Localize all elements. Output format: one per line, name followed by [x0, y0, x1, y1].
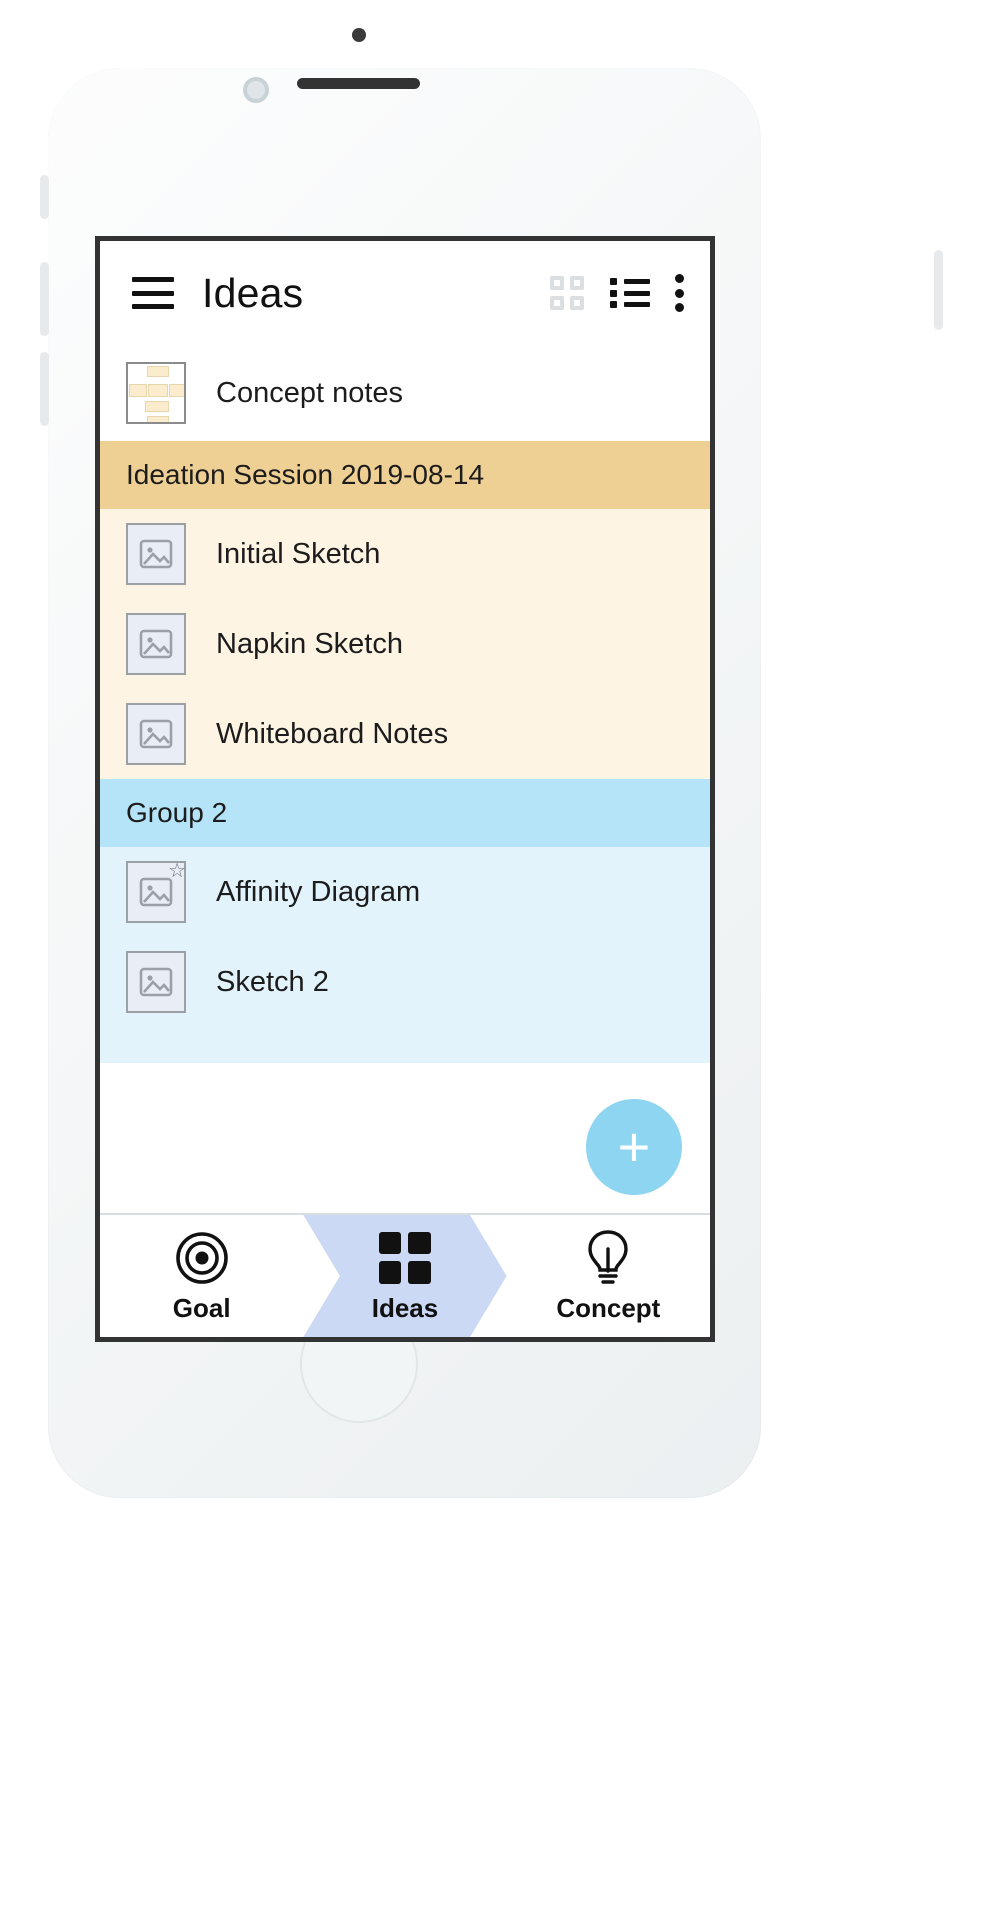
list-item[interactable]: ☆ Affinity Diagram	[100, 847, 710, 937]
list-item-label: Sketch 2	[216, 965, 329, 998]
appbar-actions	[550, 274, 686, 312]
mindmap-thumbnail	[126, 362, 186, 424]
group-header-label: Group 2	[126, 797, 228, 828]
front-camera	[243, 77, 269, 103]
group-header-label: Ideation Session 2019-08-14	[126, 459, 485, 490]
lightbulb-icon	[583, 1229, 633, 1287]
image-placeholder-icon	[126, 523, 186, 585]
proximity-sensor	[352, 28, 366, 42]
image-placeholder-icon	[126, 613, 186, 675]
nav-item-ideas[interactable]: Ideas	[303, 1215, 507, 1337]
image-placeholder-icon: ☆	[126, 861, 186, 923]
grid-view-icon[interactable]	[550, 276, 584, 310]
nav-label-goal: Goal	[172, 1292, 231, 1323]
earpiece-speaker	[297, 78, 420, 89]
list-item-label: Initial Sketch	[216, 537, 381, 570]
bottom-navigation: Goal Ideas Concept	[100, 1213, 710, 1337]
group-header[interactable]: Ideation Session 2019-08-14	[100, 441, 710, 509]
nav-label-ideas: Ideas	[371, 1292, 439, 1323]
nav-item-goal[interactable]: Goal	[100, 1215, 303, 1337]
volume-down-button[interactable]	[40, 352, 49, 426]
add-button[interactable]: +	[586, 1099, 682, 1195]
volume-up-button[interactable]	[40, 262, 49, 336]
list-item[interactable]: Concept notes	[100, 345, 710, 441]
page-title: Ideas	[202, 269, 304, 316]
phone-screen: Ideas Concept notes Ideation Session 201…	[95, 236, 715, 1342]
screenshot-root: Ideas Concept notes Ideation Session 201…	[0, 0, 983, 1905]
power-button[interactable]	[934, 250, 943, 330]
nav-label-concept: Concept	[556, 1292, 661, 1323]
image-placeholder-icon	[126, 703, 186, 765]
more-vertical-icon[interactable]	[674, 274, 686, 312]
list-item[interactable]: Initial Sketch	[100, 509, 710, 599]
group-header[interactable]: Group 2	[100, 779, 710, 847]
group-body: Initial Sketch Napkin Sketch Whiteboard …	[100, 509, 710, 779]
group-body: ☆ Affinity Diagram Sketch 2	[100, 847, 710, 1063]
star-icon: ☆	[168, 860, 186, 882]
list-item-label: Affinity Diagram	[216, 875, 421, 908]
hamburger-menu-icon[interactable]	[132, 277, 174, 309]
target-icon	[174, 1229, 230, 1287]
silent-switch[interactable]	[40, 175, 49, 219]
image-placeholder-icon	[126, 951, 186, 1013]
item-list[interactable]: Concept notes Ideation Session 2019-08-1…	[100, 345, 710, 1213]
nav-item-concept[interactable]: Concept	[507, 1215, 710, 1337]
list-view-icon[interactable]	[610, 278, 650, 308]
list-item[interactable]: Napkin Sketch	[100, 599, 710, 689]
grid-icon	[378, 1229, 431, 1287]
list-item-label: Whiteboard Notes	[216, 717, 449, 750]
app-bar: Ideas	[100, 241, 710, 345]
list-item-label: Napkin Sketch	[216, 627, 403, 660]
list-item[interactable]: Sketch 2	[100, 937, 710, 1027]
list-item-label: Concept notes	[216, 376, 404, 409]
list-item[interactable]: Whiteboard Notes	[100, 689, 710, 779]
